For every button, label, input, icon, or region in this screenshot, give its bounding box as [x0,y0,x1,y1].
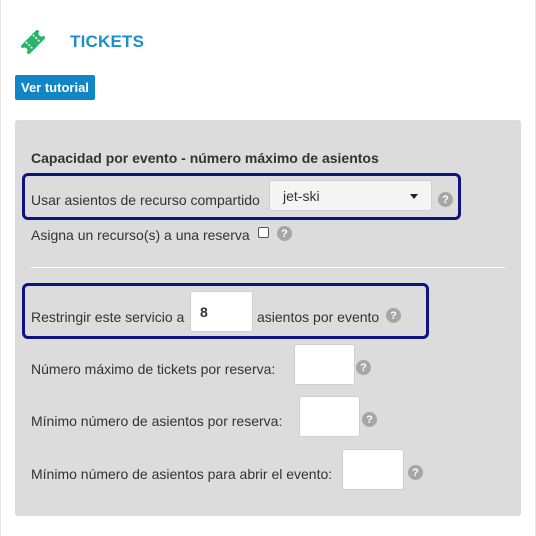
min-seats-input[interactable] [299,396,360,437]
min-open-input[interactable] [342,449,404,490]
ticket-icon [21,30,45,54]
restrict-suffix-label: asientos por evento [257,309,380,325]
capacity-panel: Capacidad por evento - número máximo de … [15,120,521,516]
shared-resource-label: Usar asientos de recurso compartido [31,192,260,208]
seats-per-event-input[interactable]: 8 [190,291,253,332]
shared-resource-value: jet-ski [283,187,320,204]
help-icon[interactable]: ? [386,308,401,323]
max-tickets-input[interactable] [294,344,355,385]
shared-resource-select[interactable]: jet-ski [269,180,432,211]
assign-resource-checkbox[interactable] [258,227,269,238]
help-icon[interactable]: ? [438,192,453,207]
tutorial-button[interactable]: Ver tutorial [15,75,95,100]
help-icon[interactable]: ? [362,412,377,427]
chevron-down-icon [410,194,418,199]
help-icon[interactable]: ? [277,226,292,241]
min-seats-label: Mínimo número de asientos por reserva: [31,413,283,429]
help-icon[interactable]: ? [356,360,371,375]
section-title: Capacidad por evento - número máximo de … [31,150,379,166]
page-title: TICKETS [70,32,145,51]
divider [31,267,505,268]
header [18,22,48,62]
restrict-prefix-label: Restringir este servicio a [31,309,185,325]
max-tickets-label: Número máximo de tickets por reserva: [31,361,276,377]
min-open-label: Mínimo número de asientos para abrir el … [31,466,333,482]
assign-resource-label: Asigna un recurso(s) a una reserva [31,227,250,243]
help-icon[interactable]: ? [408,465,423,480]
